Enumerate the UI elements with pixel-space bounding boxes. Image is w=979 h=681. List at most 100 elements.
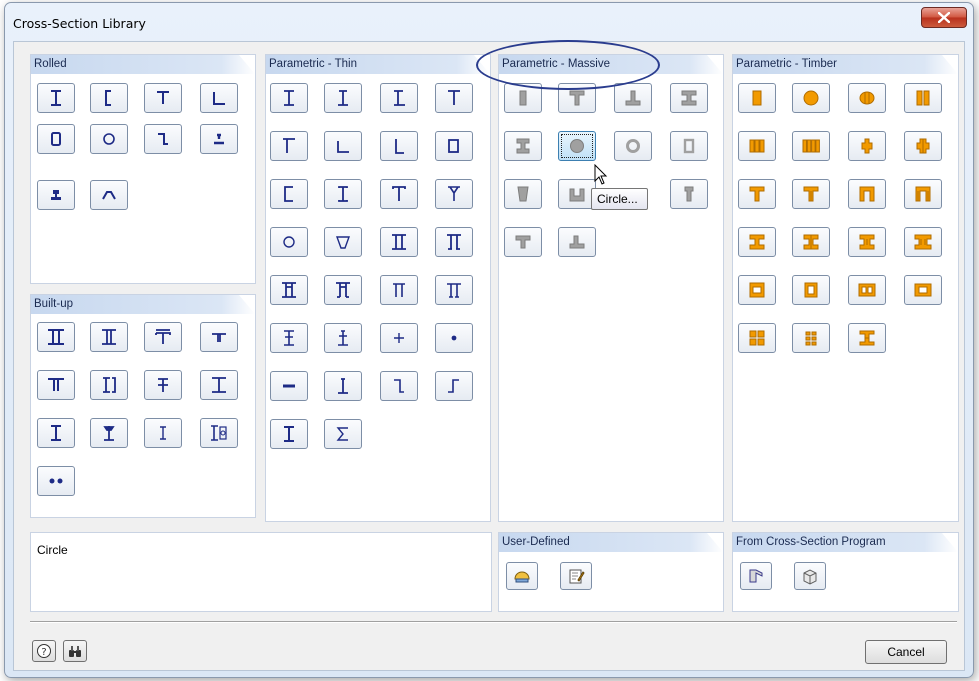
thin-bar-button[interactable] [270, 371, 308, 401]
timber-circle-split-button[interactable] [848, 83, 886, 113]
builtup-i-small-button[interactable] [144, 418, 182, 448]
massive-l-slab-button[interactable] [558, 227, 596, 257]
timber-box3-button[interactable] [848, 275, 886, 305]
thin-s-button[interactable] [435, 371, 473, 401]
i-wide-icon [212, 377, 226, 393]
timber-i3-button[interactable] [848, 227, 886, 257]
program-shape-thin-button[interactable] [740, 562, 772, 590]
builtup-i-lacing-button[interactable] [144, 370, 182, 400]
timber-pi-button[interactable] [848, 179, 886, 209]
timber-circle-button[interactable] [792, 83, 830, 113]
help-button[interactable]: ? [32, 640, 56, 662]
thin-i-lipped-button[interactable] [324, 179, 362, 209]
thin-l-long-button[interactable] [380, 131, 418, 161]
thin-trapezoid-button[interactable] [324, 227, 362, 257]
timber-pi2-button[interactable] [904, 179, 942, 209]
thin-cross-t-button[interactable] [324, 323, 362, 353]
cancel-button[interactable]: Cancel [865, 640, 947, 664]
shape-massive-icon [803, 569, 817, 585]
rolled-circle-hollow-button[interactable] [90, 124, 128, 154]
timber-cross-double-button[interactable] [904, 131, 942, 161]
double-angle-icon [212, 333, 226, 342]
rolled-channel-button[interactable] [90, 83, 128, 113]
timber-grid2-button[interactable] [792, 323, 830, 353]
thin-plus-button[interactable] [380, 323, 418, 353]
thin-t-lipped-button[interactable] [380, 179, 418, 209]
thin-z-button[interactable] [380, 371, 418, 401]
massive-trapezoid-button[interactable] [504, 179, 542, 209]
thin-circle-button[interactable] [270, 227, 308, 257]
builtup-double-angle-button[interactable] [200, 322, 238, 352]
thin-i-flange-button[interactable] [380, 83, 418, 113]
timber-box4-button[interactable] [904, 275, 942, 305]
thin-t-button[interactable] [435, 83, 473, 113]
builtup-double-t-button[interactable] [37, 370, 75, 400]
massive-circle-button[interactable] [558, 131, 596, 161]
thin-tee-plate-button[interactable] [324, 371, 362, 401]
massive-inverted-t-button[interactable] [614, 83, 652, 113]
massive-i-tapered-button[interactable] [504, 131, 542, 161]
thin-box-button[interactable] [435, 131, 473, 161]
rolled-i-section-button[interactable] [37, 83, 75, 113]
thin-t-inverse-button[interactable] [270, 131, 308, 161]
thin-channel-button[interactable] [270, 179, 308, 209]
timber-double-rect-button[interactable] [904, 83, 942, 113]
thin-pi-button[interactable] [380, 275, 418, 305]
close-button[interactable] [921, 7, 967, 28]
thin-i-asymmetric-button[interactable] [324, 83, 362, 113]
timber-t2-button[interactable] [792, 179, 830, 209]
massive-annulus-button[interactable] [614, 131, 652, 161]
builtup-t-plate-button[interactable] [144, 322, 182, 352]
builtup-double-circle-button[interactable] [37, 466, 75, 496]
massive-i-button[interactable] [670, 83, 708, 113]
timber-i-glulam-button[interactable] [848, 323, 886, 353]
massive-hollow-rect-button[interactable] [670, 131, 708, 161]
rolled-t-section-button[interactable] [144, 83, 182, 113]
builtup-i-wide-button[interactable] [200, 370, 238, 400]
builtup-i-plate-button[interactable] [90, 322, 128, 352]
svg-text:?: ? [41, 647, 46, 658]
thin-l-button[interactable] [324, 131, 362, 161]
timber-box-button[interactable] [738, 275, 776, 305]
thin-double-web-button[interactable] [380, 227, 418, 257]
user-defined-edit-button[interactable] [560, 562, 592, 590]
timber-rect-button[interactable] [738, 83, 776, 113]
timber-quad-rect-button[interactable] [792, 131, 830, 161]
builtup-i-haunched-button[interactable] [90, 418, 128, 448]
thin-box-2cell-button[interactable] [270, 275, 308, 305]
rolled-rect-hollow-button[interactable] [37, 124, 75, 154]
thin-cross-i-button[interactable] [270, 323, 308, 353]
timber-t-button[interactable] [738, 179, 776, 209]
thin-y-section-button[interactable] [435, 179, 473, 209]
timber-i2-button[interactable] [792, 227, 830, 257]
search-button[interactable] [63, 640, 87, 662]
timber-grid-button[interactable] [738, 323, 776, 353]
timber-cross-button[interactable] [848, 131, 886, 161]
timber-i-button[interactable] [738, 227, 776, 257]
thin-i-symmetric-button[interactable] [270, 83, 308, 113]
builtup-double-i-button[interactable] [37, 322, 75, 352]
timber-box2-button[interactable] [792, 275, 830, 305]
thin-sigma-button[interactable] [324, 419, 362, 449]
builtup-i-channel-button[interactable] [90, 370, 128, 400]
i-asymmetric-icon [338, 90, 348, 106]
timber-i4-button[interactable] [904, 227, 942, 257]
massive-t-fillet-button[interactable] [670, 179, 708, 209]
title-bar[interactable]: Cross-Section Library [5, 3, 973, 41]
rolled-rail-button[interactable] [200, 124, 238, 154]
builtup-i-box-button[interactable] [200, 418, 238, 448]
thin-pi-wide-button[interactable] [435, 275, 473, 305]
builtup-i-spaced-button[interactable] [37, 418, 75, 448]
rolled-z-section-button[interactable] [144, 124, 182, 154]
timber-triple-rect-button[interactable] [738, 131, 776, 161]
rolled-angle-button[interactable] [200, 83, 238, 113]
thin-dot-button[interactable] [435, 323, 473, 353]
rolled-crane-rail-button[interactable] [37, 180, 75, 210]
thin-i-button[interactable] [270, 419, 308, 449]
thin-box-2cell-tapered-button[interactable] [324, 275, 362, 305]
program-shape-massive-button[interactable] [794, 562, 826, 590]
thin-double-web-tapered-button[interactable] [435, 227, 473, 257]
rolled-hat-button[interactable] [90, 180, 128, 210]
massive-t-slab-button[interactable] [504, 227, 542, 257]
user-defined-open-button[interactable] [506, 562, 538, 590]
